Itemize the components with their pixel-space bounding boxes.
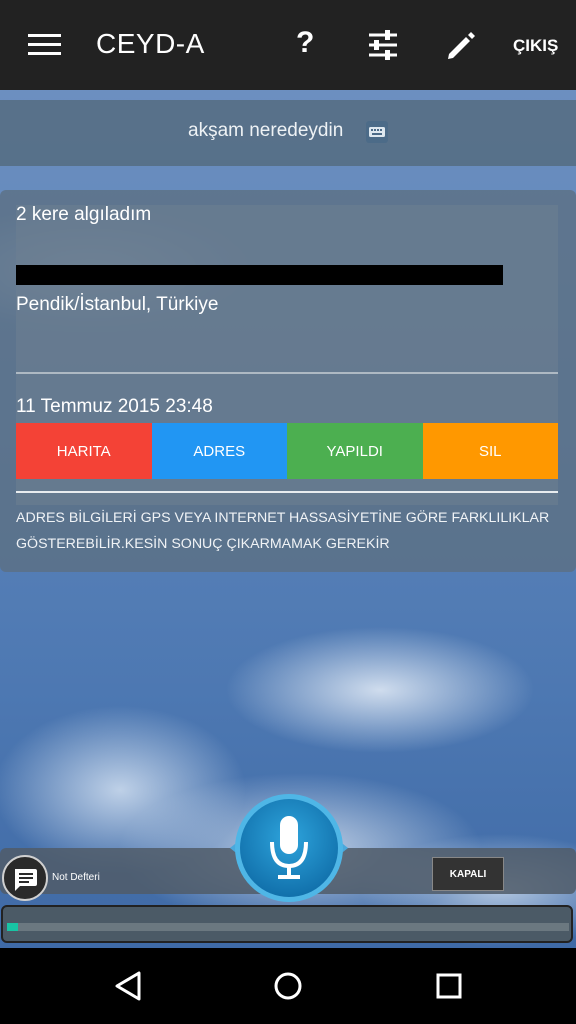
circle-home-icon[interactable] bbox=[273, 971, 303, 1001]
menu-icon[interactable] bbox=[28, 34, 61, 56]
help-icon[interactable]: ? bbox=[296, 26, 314, 60]
app-title: CEYD-A bbox=[96, 28, 205, 59]
map-button[interactable]: HARITA bbox=[16, 423, 152, 479]
date-time-text: 11 Temmuz 2015 23:48 bbox=[16, 396, 213, 417]
audio-level-bar bbox=[1, 905, 573, 943]
logout-button[interactable]: ÇIKIŞ bbox=[513, 36, 558, 56]
action-button-row: HARITA ADRES YAPILDI SIL bbox=[16, 423, 558, 479]
address-text: Pendik/İstanbul, Türkiye bbox=[16, 294, 219, 315]
redacted-address-line bbox=[16, 265, 503, 285]
notes-button[interactable] bbox=[2, 855, 48, 901]
audio-level-fill bbox=[7, 923, 18, 931]
notes-label: Not Defteri bbox=[52, 872, 100, 883]
triangle-back-icon[interactable] bbox=[113, 970, 143, 1002]
toggle-button[interactable]: KAPALI bbox=[432, 857, 504, 891]
divider bbox=[16, 491, 558, 493]
chat-icon bbox=[15, 869, 37, 891]
square-recent-icon[interactable] bbox=[435, 972, 463, 1000]
sliders-icon[interactable] bbox=[367, 30, 399, 60]
microphone-button[interactable] bbox=[228, 792, 350, 904]
divider bbox=[16, 372, 558, 374]
done-button[interactable]: YAPILDI bbox=[287, 423, 423, 479]
audio-level-track bbox=[7, 923, 569, 931]
recognized-speech-text: akşam neredeydin bbox=[188, 120, 344, 141]
address-button[interactable]: ADRES bbox=[151, 423, 287, 479]
detection-count-text: 2 kere algıladım bbox=[16, 204, 152, 225]
disclaimer-text: ADRES BİLGİLERİ GPS VEYA INTERNET HASSAS… bbox=[16, 510, 550, 552]
keyboard-icon[interactable] bbox=[366, 121, 388, 143]
pencil-icon[interactable] bbox=[446, 30, 476, 60]
delete-button[interactable]: SIL bbox=[422, 423, 558, 479]
app-toolbar: CEYD-A ? ÇIKIŞ bbox=[0, 0, 576, 90]
